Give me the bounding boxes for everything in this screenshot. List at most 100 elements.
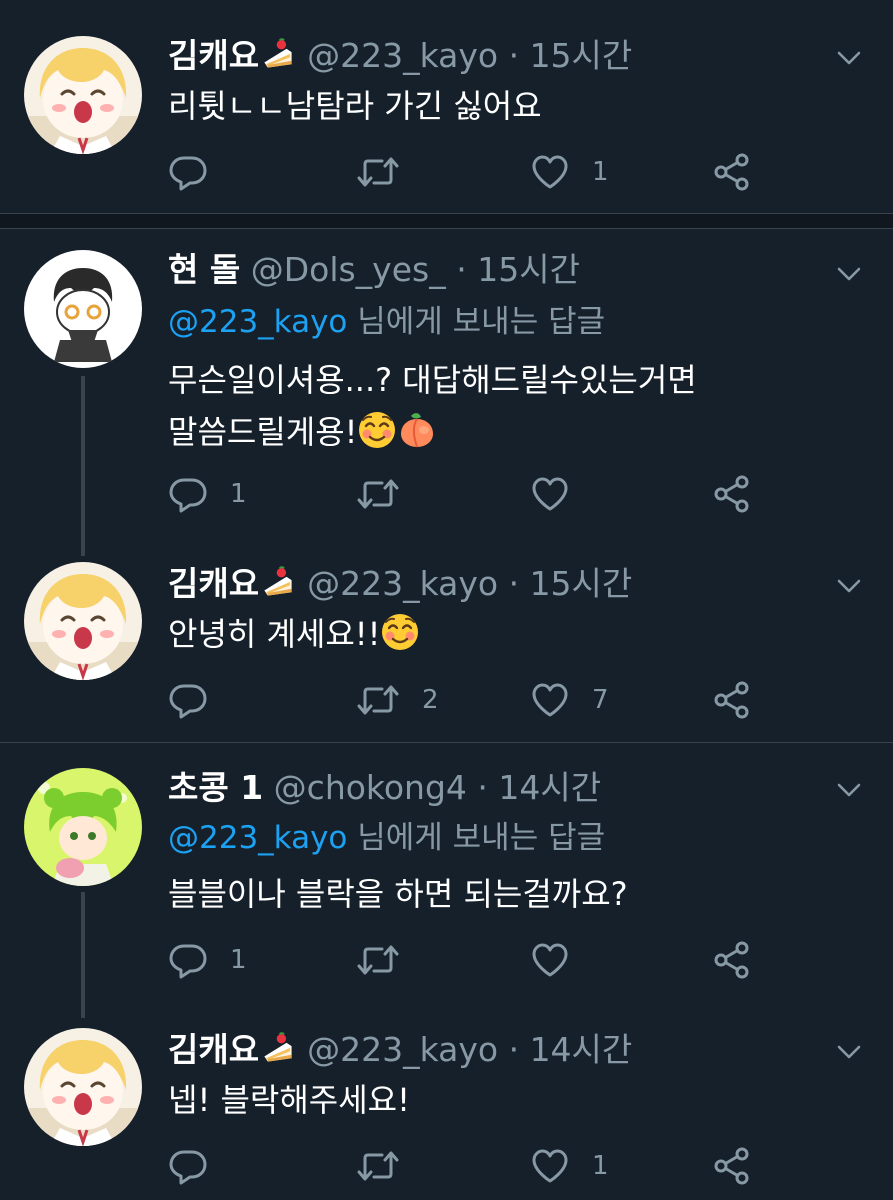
- retweet-button[interactable]: 2: [356, 678, 439, 722]
- tweet[interactable]: 김캐요 @223_kayo · 15시간 안녕히 계세요!! 2 7: [0, 548, 893, 740]
- tweet-text: 무슨일이셔용...? 대답해드릴수있는거면 말씀드릴게용!: [168, 354, 697, 458]
- handle[interactable]: @223_kayo: [307, 564, 498, 603]
- tweet-header: 현 돌 @Dols_yes_ · 15시간: [168, 248, 580, 292]
- retweet-button[interactable]: [356, 938, 422, 982]
- share-icon: [712, 1146, 752, 1186]
- reply-count: 1: [230, 479, 247, 509]
- avatar[interactable]: [24, 36, 142, 154]
- heart-icon: [530, 474, 570, 514]
- handle[interactable]: @223_kayo: [307, 36, 498, 75]
- retweet-icon: [356, 474, 400, 514]
- heart-icon: [530, 152, 570, 192]
- timestamp[interactable]: 15시간: [477, 250, 580, 289]
- reply-button[interactable]: 1: [168, 938, 247, 982]
- timestamp[interactable]: 14시간: [498, 768, 601, 807]
- avatar[interactable]: [24, 768, 142, 886]
- display-name[interactable]: 현 돌: [168, 250, 240, 289]
- reply-mention-link[interactable]: @223_kayo: [168, 820, 347, 856]
- reply-icon: [168, 152, 208, 192]
- reply-button[interactable]: [168, 678, 230, 722]
- peach-emoji: [397, 410, 437, 450]
- tweet-actions: 1: [168, 1144, 768, 1188]
- tweet-text: 넵! 블락해주세요!: [168, 1074, 410, 1126]
- handle[interactable]: @chokong4: [274, 768, 467, 807]
- display-name[interactable]: 김캐요: [168, 36, 259, 75]
- shortcake-emoji: [261, 565, 295, 599]
- retweet-count: 2: [422, 685, 439, 715]
- like-count: 7: [592, 685, 609, 715]
- reply-mention-link[interactable]: @223_kayo: [168, 304, 347, 340]
- tweet-header: 김캐요 @223_kayo · 14시간: [168, 1028, 632, 1072]
- retweet-icon: [356, 940, 400, 980]
- smiling-face-emoji: [380, 612, 420, 652]
- timestamp[interactable]: 15시간: [530, 36, 633, 75]
- reply-button[interactable]: [168, 1144, 230, 1188]
- share-button[interactable]: [712, 150, 752, 194]
- like-button[interactable]: 1: [530, 150, 609, 194]
- avatar[interactable]: [24, 1028, 142, 1146]
- tweet-text-line: 말씀드릴게용!: [168, 413, 358, 451]
- like-button[interactable]: 1: [530, 1144, 609, 1188]
- smiling-face-emoji: [357, 410, 397, 450]
- retweet-icon: [356, 1146, 400, 1186]
- tweet-header: 김캐요 @223_kayo · 15시간: [168, 34, 632, 78]
- tweet-text-line: 블블이나 블락을 하면 되는걸까요?: [168, 875, 628, 913]
- tweet[interactable]: 김캐요 @223_kayo · 15시간 리튓ㄴㄴ남탐라 가긴 싫어요 1: [0, 0, 893, 215]
- retweet-icon: [356, 680, 400, 720]
- tweet-text: 리튓ㄴㄴ남탐라 가긴 싫어요: [168, 80, 542, 132]
- share-icon: [712, 152, 752, 192]
- reply-icon: [168, 940, 208, 980]
- reply-context: @223_kayo 님에게 보내는 답글: [168, 300, 605, 344]
- separator-dot: ·: [508, 564, 520, 603]
- conversation-divider: [0, 213, 893, 229]
- display-name[interactable]: 초콩 1: [168, 768, 263, 807]
- timestamp[interactable]: 14시간: [530, 1030, 633, 1069]
- tweet-text-line: 리튓ㄴㄴ남탐라 가긴 싫어요: [168, 87, 542, 125]
- share-icon: [712, 474, 752, 514]
- reply-icon: [168, 1146, 208, 1186]
- share-button[interactable]: [712, 472, 752, 516]
- retweet-button[interactable]: [356, 150, 422, 194]
- display-name[interactable]: 김캐요: [168, 564, 259, 603]
- handle[interactable]: @223_kayo: [307, 1030, 498, 1069]
- tweet-actions: 1: [168, 472, 768, 516]
- tweet[interactable]: 김캐요 @223_kayo · 14시간 넵! 블락해주세요! 1: [0, 1014, 893, 1200]
- share-icon: [712, 940, 752, 980]
- retweet-icon: [356, 152, 400, 192]
- timestamp[interactable]: 15시간: [530, 564, 633, 603]
- share-button[interactable]: [712, 678, 752, 722]
- like-button[interactable]: [530, 472, 592, 516]
- share-button[interactable]: [712, 938, 752, 982]
- like-button[interactable]: 7: [530, 678, 609, 722]
- thread-connector: [81, 376, 85, 556]
- retweet-button[interactable]: [356, 1144, 422, 1188]
- thread-connector: [81, 892, 85, 1018]
- tweet[interactable]: 초콩 1 @chokong4 · 14시간 @223_kayo 님에게 보내는 …: [0, 744, 893, 1018]
- chevron-down-icon[interactable]: [835, 260, 863, 288]
- share-icon: [712, 680, 752, 720]
- tweet-text: 블블이나 블락을 하면 되는걸까요?: [168, 868, 628, 920]
- conversation-divider: [0, 742, 893, 743]
- tweet[interactable]: 현 돌 @Dols_yes_ · 15시간 @223_kayo 님에게 보내는 …: [0, 230, 893, 556]
- reply-count: 1: [230, 945, 247, 975]
- avatar[interactable]: [24, 250, 142, 368]
- reply-button[interactable]: 1: [168, 472, 247, 516]
- avatar[interactable]: [24, 562, 142, 680]
- display-name[interactable]: 김캐요: [168, 1030, 259, 1069]
- shortcake-emoji: [261, 1031, 295, 1065]
- like-button[interactable]: [530, 938, 592, 982]
- share-button[interactable]: [712, 1144, 752, 1188]
- retweet-button[interactable]: [356, 472, 422, 516]
- heart-icon: [530, 680, 570, 720]
- tweet-actions: 1: [168, 938, 768, 982]
- handle[interactable]: @Dols_yes_: [251, 250, 446, 289]
- chevron-down-icon[interactable]: [835, 44, 863, 72]
- chevron-down-icon[interactable]: [835, 1038, 863, 1066]
- chevron-down-icon[interactable]: [835, 572, 863, 600]
- separator-dot: ·: [508, 36, 520, 75]
- tweet-actions: 2 7: [168, 678, 768, 722]
- heart-icon: [530, 1146, 570, 1186]
- chevron-down-icon[interactable]: [835, 776, 863, 804]
- reply-button[interactable]: [168, 150, 230, 194]
- heart-icon: [530, 940, 570, 980]
